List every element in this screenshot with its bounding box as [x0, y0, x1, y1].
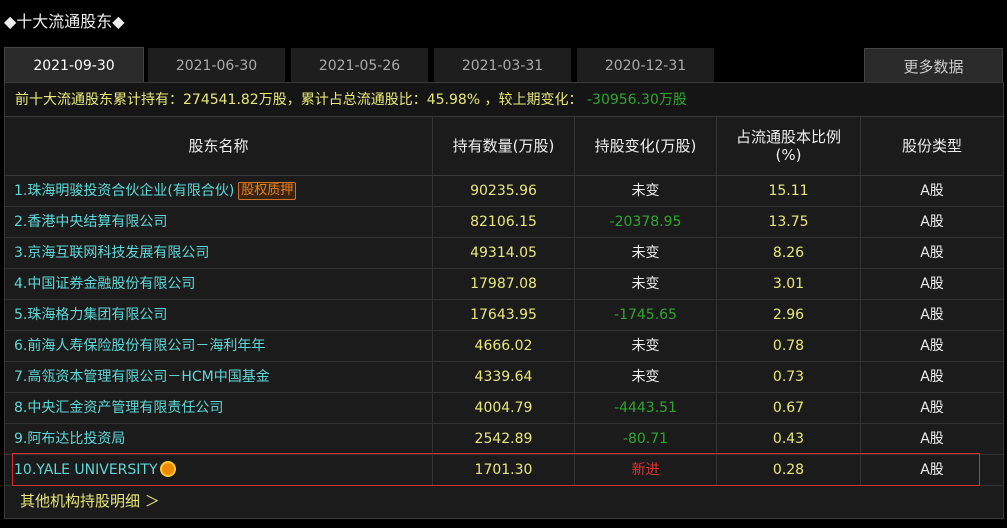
cell-change: 未变: [575, 176, 717, 206]
shareholder-name[interactable]: 6.前海人寿保险股份有限公司－海利年年: [14, 338, 265, 354]
cell-qty: 49314.05: [433, 238, 575, 268]
table-row: 4.中国证券金融股份有限公司 17987.08 未变 3.01 A股: [5, 269, 1003, 300]
tab-2021-06-30[interactable]: 2021-06-30: [148, 48, 285, 82]
summary-change: -30956.30万股: [587, 92, 687, 108]
cell-pct: 0.28: [717, 455, 861, 485]
header-qty: 持有数量(万股): [433, 117, 575, 175]
cell-change: 未变: [575, 362, 717, 392]
table-row: 9.阿布达比投资局 2542.89 -80.71 0.43 A股: [5, 424, 1003, 455]
cell-name: 3.京海互联网科技发展有限公司: [5, 238, 433, 268]
cell-name: 5.珠海格力集团有限公司: [5, 300, 433, 330]
cell-type: A股: [920, 462, 944, 478]
header-type: 股份类型: [901, 137, 962, 155]
cell-pct: 0.43: [717, 424, 861, 454]
sun-icon: [161, 463, 174, 475]
cell-name: 10.YALE UNIVERSITY: [5, 455, 433, 485]
cell-qty: 4004.79: [433, 393, 575, 423]
shareholder-name[interactable]: 9.阿布达比投资局: [14, 431, 125, 447]
shareholder-name[interactable]: 2.香港中央结算有限公司: [14, 214, 167, 230]
cell-qty: 17987.08: [433, 269, 575, 299]
header-pct-label: 占流通股本比例: [735, 128, 841, 146]
cell-type: A股: [920, 245, 944, 261]
cell-pct: 15.11: [717, 176, 861, 206]
section-title: ◆十大流通股东◆: [4, 12, 125, 31]
table-row: 6.前海人寿保险股份有限公司－海利年年 4666.02 未变 0.78 A股: [5, 331, 1003, 362]
shareholders-table: 前十大流通股东累计持有：274541.82万股，累计占总流通股比：45.98% …: [4, 82, 1004, 519]
table-row: 3.京海互联网科技发展有限公司 49314.05 未变 8.26 A股: [5, 238, 1003, 269]
table-row: 5.珠海格力集团有限公司 17643.95 -1745.65 2.96 A股: [5, 300, 1003, 331]
cell-pct: 8.26: [717, 238, 861, 268]
date-tabs: 2021-09-30 2021-06-30 2021-05-26 2021-03…: [4, 47, 1003, 83]
cell-name: 9.阿布达比投资局: [5, 424, 433, 454]
shareholder-name[interactable]: 5.珠海格力集团有限公司: [14, 307, 167, 323]
cell-change: -4443.51: [575, 393, 717, 423]
cell-type: A股: [920, 431, 944, 447]
cell-qty: 90235.96: [433, 176, 575, 206]
header-change: 持股变化(万股): [575, 117, 717, 175]
cell-type: A股: [920, 183, 944, 199]
table-row: 1.珠海明骏投资合伙企业(有限合伙) 股权质押 90235.96 未变 15.11…: [5, 176, 1003, 207]
tab-2021-09-30[interactable]: 2021-09-30: [4, 47, 144, 82]
cell-name: 7.高瓴资本管理有限公司－HCM中国基金: [5, 362, 433, 392]
cell-pct: 3.01: [717, 269, 861, 299]
cell-change: -20378.95: [575, 207, 717, 237]
cell-type: A股: [920, 307, 944, 323]
cell-change: 未变: [575, 269, 717, 299]
table-header: 股东名称 持有数量(万股) 持股变化(万股) 占流通股本比例 (%) 股份类型: [5, 117, 1003, 176]
cell-type: A股: [920, 369, 944, 385]
header-name: 股东名称: [5, 117, 433, 175]
tab-2021-03-31[interactable]: 2021-03-31: [434, 48, 571, 82]
shareholder-name[interactable]: 1.珠海明骏投资合伙企业(有限合伙): [14, 183, 234, 199]
cell-name: 1.珠海明骏投资合伙企业(有限合伙) 股权质押: [5, 176, 433, 206]
more-data-button[interactable]: 更多数据: [864, 48, 1003, 83]
cell-qty: 1701.30: [433, 455, 575, 485]
cell-type: A股: [920, 400, 944, 416]
cell-pct: 2.96: [717, 300, 861, 330]
shareholder-name[interactable]: 8.中央汇金资产管理有限责任公司: [14, 400, 223, 416]
table-row: 7.高瓴资本管理有限公司－HCM中国基金 4339.64 未变 0.73 A股: [5, 362, 1003, 393]
table-row: 2.香港中央结算有限公司 82106.15 -20378.95 13.75 A股: [5, 207, 1003, 238]
cell-change: -80.71: [575, 424, 717, 454]
shareholder-name[interactable]: 7.高瓴资本管理有限公司－HCM中国基金: [14, 369, 270, 385]
cell-name: 2.香港中央结算有限公司: [5, 207, 433, 237]
cell-pct: 13.75: [717, 207, 861, 237]
cell-pct: 0.78: [717, 331, 861, 361]
summary-bar: 前十大流通股东累计持有：274541.82万股，累计占总流通股比：45.98% …: [5, 83, 1003, 117]
pledge-badge: 股权质押: [238, 182, 297, 200]
cell-type: A股: [920, 214, 944, 230]
cell-pct: 0.73: [717, 362, 861, 392]
other-institutions-link[interactable]: 其他机构持股明细 ＞: [20, 492, 160, 510]
cell-name: 8.中央汇金资产管理有限责任公司: [5, 393, 433, 423]
cell-change: 未变: [575, 331, 717, 361]
shareholder-name[interactable]: 3.京海互联网科技发展有限公司: [14, 245, 209, 261]
table-row: 10.YALE UNIVERSITY 1701.30 新进 0.28 A股: [5, 455, 1003, 486]
cell-change: -1745.65: [575, 300, 717, 330]
cell-qty: 2542.89: [433, 424, 575, 454]
cell-change: 新进: [575, 455, 717, 485]
cell-type: A股: [920, 276, 944, 292]
tab-2021-05-26[interactable]: 2021-05-26: [291, 48, 428, 82]
cell-qty: 17643.95: [433, 300, 575, 330]
cell-type: A股: [920, 338, 944, 354]
shareholder-name[interactable]: 4.中国证券金融股份有限公司: [14, 276, 195, 292]
cell-pct: 0.67: [717, 393, 861, 423]
cell-name: 4.中国证券金融股份有限公司: [5, 269, 433, 299]
shareholder-name[interactable]: 10.YALE UNIVERSITY: [14, 462, 158, 478]
tab-2020-12-31[interactable]: 2020-12-31: [577, 48, 714, 82]
header-pct-unit: (%): [775, 146, 802, 164]
cell-qty: 4339.64: [433, 362, 575, 392]
cell-name: 6.前海人寿保险股份有限公司－海利年年: [5, 331, 433, 361]
cell-change: 未变: [575, 238, 717, 268]
summary-text: 前十大流通股东累计持有：274541.82万股，累计占总流通股比：45.98% …: [15, 92, 583, 108]
table-row: 8.中央汇金资产管理有限责任公司 4004.79 -4443.51 0.67 A…: [5, 393, 1003, 424]
cell-qty: 4666.02: [433, 331, 575, 361]
header-pct: 占流通股本比例 (%): [717, 117, 861, 175]
cell-qty: 82106.15: [433, 207, 575, 237]
